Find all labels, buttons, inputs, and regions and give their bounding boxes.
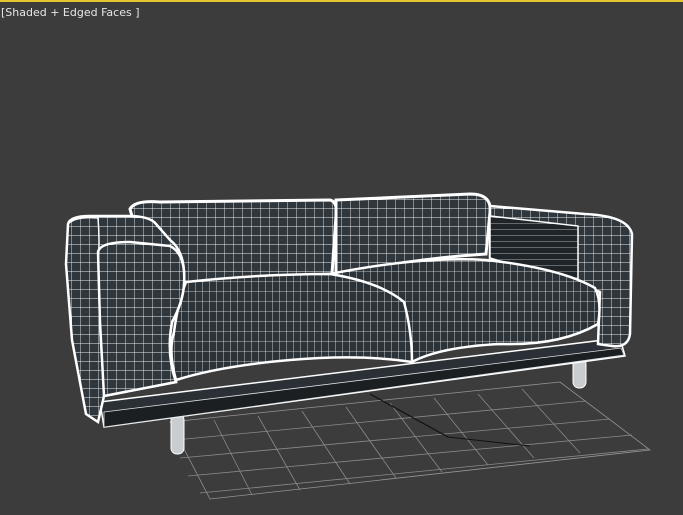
sofa-seat-cushion-left[interactable] — [170, 272, 414, 382]
viewport-perspective[interactable]: [Shaded + Edged Faces ] — [0, 0, 683, 515]
sofa-left-armrest[interactable] — [64, 214, 186, 425]
scene-canvas[interactable] — [0, 2, 683, 515]
